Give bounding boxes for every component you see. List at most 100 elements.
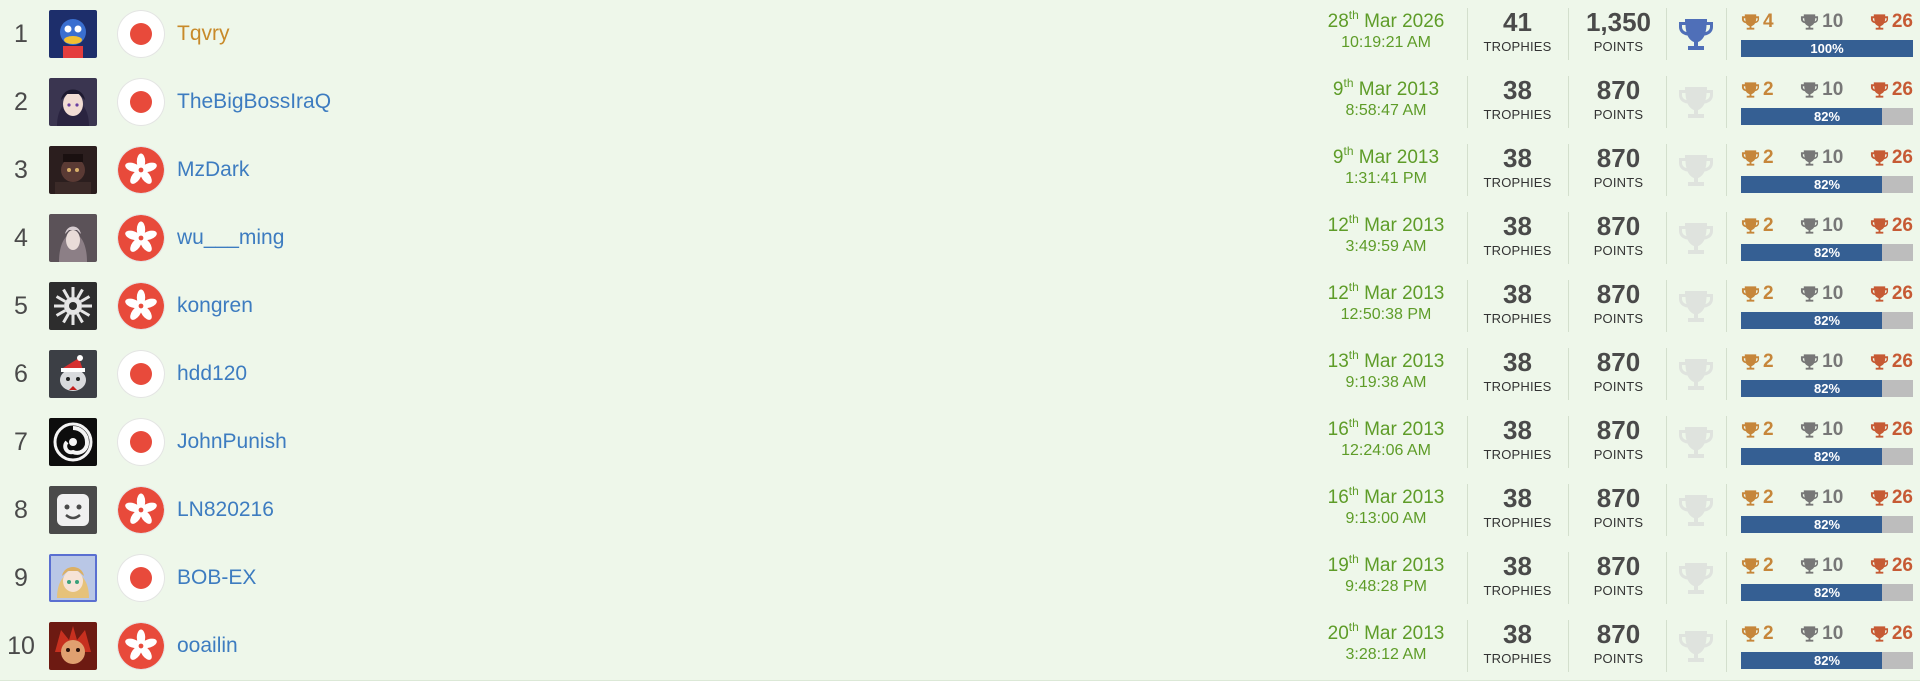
blonde-anime-avatar[interactable] — [49, 554, 97, 602]
platinum-trophy-icon — [1677, 288, 1715, 324]
date-month-year: Mar 2013 — [1364, 487, 1445, 508]
earned-time: 9:48:28 PM — [1345, 578, 1427, 595]
divider — [1726, 552, 1727, 604]
gold-trophy-count: 2 — [1741, 419, 1774, 441]
date-month-year: Mar 2013 — [1358, 147, 1440, 168]
blue-duck-avatar[interactable] — [49, 10, 97, 58]
divider — [1666, 76, 1667, 128]
date-suffix: th — [1343, 144, 1354, 158]
points-count: 870 — [1596, 211, 1641, 241]
points-stat: 870 POINTS — [1571, 621, 1666, 665]
progress-label: 82% — [1813, 245, 1841, 260]
smiley-block-avatar[interactable] — [49, 486, 97, 534]
date-suffix: th — [1348, 484, 1359, 498]
trophies-count: 38 — [1503, 211, 1532, 241]
divider — [1726, 280, 1727, 332]
santa-cat-avatar[interactable] — [49, 350, 97, 398]
date-month-year: Mar 2013 — [1358, 79, 1440, 100]
gold-trophy-icon — [1741, 420, 1760, 440]
username-link[interactable]: LN820216 — [177, 476, 274, 544]
points-stat: 870 POINTS — [1571, 77, 1666, 121]
progress-bar: 82% — [1741, 380, 1913, 397]
progress-bar: 82% — [1741, 312, 1913, 329]
points-label: POINTS — [1593, 243, 1644, 258]
leaderboard-row: 4 wu___ming 12th Mar 2013 3:49:59 AM 38 … — [0, 204, 1920, 273]
spiral-avatar[interactable] — [49, 418, 97, 466]
silver-trophy-icon — [1800, 488, 1819, 508]
earned-time: 12:24:06 AM — [1341, 442, 1431, 459]
divider — [1467, 144, 1468, 196]
bronze-trophy-icon — [1870, 80, 1889, 100]
japan-flag-icon — [118, 11, 164, 57]
platinum-trophy-icon — [1677, 424, 1715, 460]
points-label: POINTS — [1593, 39, 1644, 54]
bronze-trophy-count: 26 — [1870, 623, 1913, 645]
gold-trophy-icon — [1741, 624, 1760, 644]
date-day: 28 — [1327, 11, 1349, 32]
bronze-trophy-icon — [1870, 556, 1889, 576]
gold-trophy-count: 2 — [1741, 623, 1774, 645]
divider — [1467, 280, 1468, 332]
japan-flag-icon — [118, 419, 164, 465]
earned-date-day: 16th Mar 2013 — [1310, 485, 1462, 508]
earned-time: 3:28:12 AM — [1345, 646, 1427, 663]
trophy-breakdown: 2 10 26 — [1741, 554, 1913, 578]
username-link[interactable]: JohnPunish — [177, 408, 287, 476]
trophies-label: TROPHIES — [1483, 583, 1552, 598]
username-link[interactable]: kongren — [177, 272, 253, 340]
username-link[interactable]: wu___ming — [177, 204, 284, 272]
earned-date: 13th Mar 2013 9:19:38 AM — [1310, 349, 1462, 391]
earned-date: 16th Mar 2013 12:24:06 AM — [1310, 417, 1462, 459]
hong-kong-flag-icon — [118, 215, 164, 261]
divider — [1666, 144, 1667, 196]
username-link[interactable]: Tqvry — [177, 0, 230, 68]
points-label: POINTS — [1593, 175, 1644, 190]
divider — [1726, 8, 1727, 60]
gear-emblem-avatar[interactable] — [49, 282, 97, 330]
rank-number: 6 — [14, 359, 28, 388]
leaderboard-row: 1 Tqvry 28th Mar 2026 10:19:21 AM 41 TRO… — [0, 0, 1920, 69]
points-count: 870 — [1596, 551, 1641, 581]
anime-girl-avatar[interactable] — [49, 78, 97, 126]
hooded-figure-avatar[interactable] — [49, 214, 97, 262]
platinum-trophy-icon — [1677, 560, 1715, 596]
username-link[interactable]: ooailin — [177, 612, 238, 680]
leaderboard-row: 10 ooailin 20th Mar 2013 3:28:12 AM 38 T… — [0, 612, 1920, 681]
silver-trophy-count: 10 — [1800, 351, 1843, 373]
silver-trophy-icon — [1800, 80, 1819, 100]
earned-date-day: 20th Mar 2013 — [1310, 621, 1462, 643]
earned-date-day: 12th Mar 2013 — [1310, 281, 1462, 303]
platinum-trophy-icon — [1677, 16, 1715, 52]
trophies-label: TROPHIES — [1483, 243, 1552, 258]
bronze-trophy-count: 26 — [1870, 351, 1913, 373]
username-link[interactable]: TheBigBossIraQ — [177, 68, 331, 136]
trophies-count: 41 — [1503, 7, 1532, 37]
platinum-trophy-icon — [1677, 84, 1715, 120]
divider — [1726, 212, 1727, 264]
username-link[interactable]: MzDark — [177, 136, 249, 204]
points-count: 870 — [1596, 347, 1641, 377]
divider — [1467, 348, 1468, 400]
bronze-trophy-icon — [1870, 624, 1889, 644]
leaderboard-row: 8 LN820216 16th Mar 2013 9:13:00 AM 38 T… — [0, 476, 1920, 545]
divider — [1666, 484, 1667, 536]
date-suffix: th — [1348, 8, 1359, 22]
username-link[interactable]: BOB-EX — [177, 544, 256, 612]
red-monkey-avatar[interactable] — [49, 622, 97, 670]
trophy-breakdown: 4 10 26 — [1741, 10, 1913, 34]
divider — [1467, 76, 1468, 128]
silver-trophy-icon — [1800, 556, 1819, 576]
silver-trophy-count: 10 — [1800, 215, 1843, 237]
dark-character-avatar[interactable] — [49, 146, 97, 194]
date-day: 13 — [1327, 351, 1349, 372]
bronze-trophy-icon — [1870, 284, 1889, 304]
silver-trophy-icon — [1800, 420, 1819, 440]
divider — [1666, 8, 1667, 60]
platinum-trophy-icon — [1677, 220, 1715, 256]
gold-trophy-count: 2 — [1741, 487, 1774, 509]
hong-kong-flag-icon — [118, 283, 164, 329]
divider — [1726, 620, 1727, 672]
gold-trophy-count: 2 — [1741, 283, 1774, 305]
username-link[interactable]: hdd120 — [177, 340, 247, 408]
trophies-stat: 41 TROPHIES — [1470, 9, 1565, 53]
